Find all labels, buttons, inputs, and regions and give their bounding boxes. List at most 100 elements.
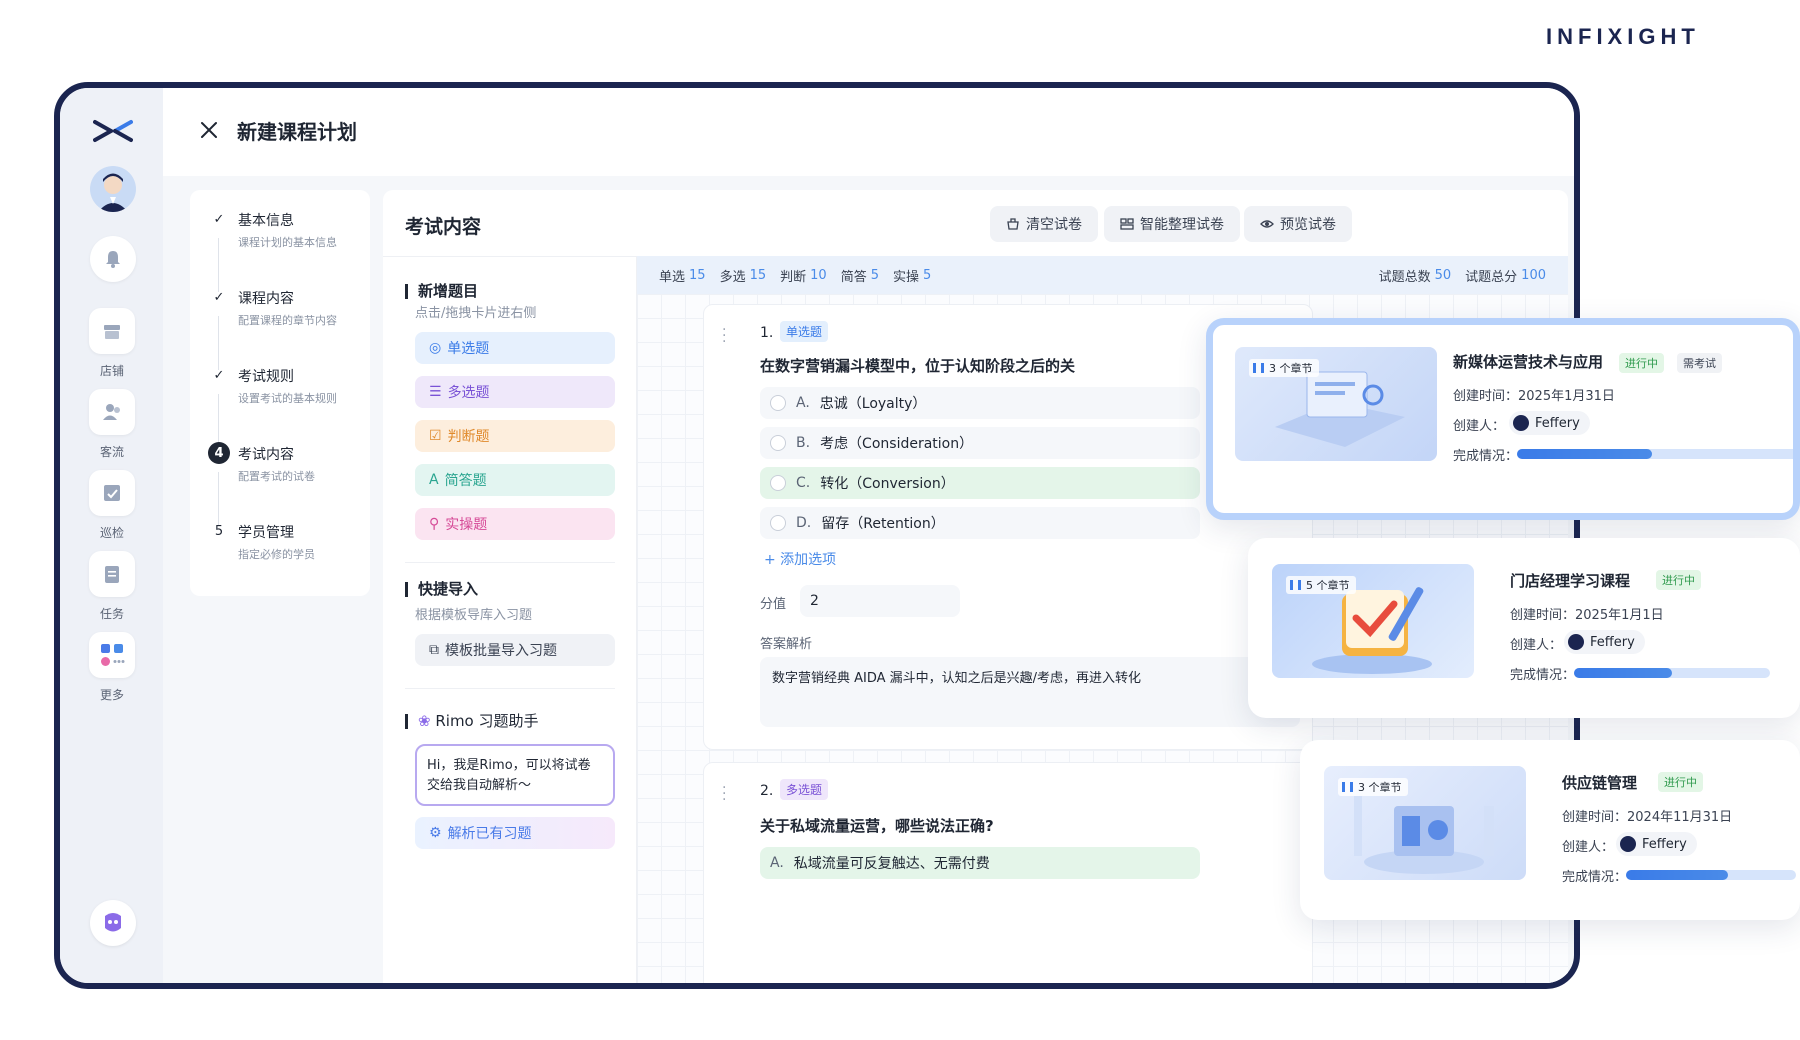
score-input[interactable] xyxy=(800,585,960,617)
left-rail: 店铺 客流 巡检 任务 更多 xyxy=(60,88,163,983)
template-import-button[interactable]: ⧉ 模板批量导入习题 xyxy=(415,634,615,666)
option-a[interactable]: A. 私域流量可反复触达、无需付费 xyxy=(760,847,1200,879)
question-text: 在数字营销漏斗模型中，位于认知阶段之后的关 xyxy=(760,357,1076,375)
add-option-button[interactable]: + 添加选项 xyxy=(764,549,836,569)
progress-fill xyxy=(1574,668,1672,678)
notification-bell-icon[interactable] xyxy=(90,236,136,282)
course-card[interactable]: 3 个章节 供应链管理 进行中 创建时间：2024年11月31日 创建人： Fe… xyxy=(1300,740,1800,920)
question-type-palette: 新增题目 点击/拖拽卡片进右侧 ◎ 单选题 ☰ 多选题 ☑ 判断题 A 简答题 ⚲ 实操题… xyxy=(383,256,637,983)
step-subtitle: 配置考试的试卷 xyxy=(238,470,315,483)
step-subtitle: 设置考试的基本规则 xyxy=(238,392,337,405)
quick-import-title: 快捷导入 xyxy=(405,582,478,597)
question-type-tag: 多选题 xyxy=(780,779,829,800)
course-card[interactable]: 3 个章节 新媒体运营技术与应用 进行中 需考试 创建时间：2025年1月31日… xyxy=(1206,318,1800,520)
check-icon: ✓ xyxy=(213,289,225,305)
parse-questions-label: 解析已有习题 xyxy=(447,826,532,842)
creator-chip: Feffery xyxy=(1616,832,1697,856)
stat-label: 单选 xyxy=(659,269,686,285)
creator-avatar xyxy=(1568,634,1584,650)
drag-handle-icon[interactable]: · · · xyxy=(722,323,726,349)
status-badge: 进行中 xyxy=(1619,353,1664,373)
option-letter: A. xyxy=(796,395,810,411)
chapter-count: 3 个章节 xyxy=(1338,778,1408,796)
assistant-chat-bubble: Hi，我是Rimo，可以将试卷交给我自动解析～ xyxy=(415,744,615,806)
option-letter: C. xyxy=(796,475,811,491)
rail-item-inspection[interactable]: 巡检 xyxy=(78,470,146,541)
template-import-label: 模板批量导入习题 xyxy=(445,643,557,659)
add-question-title: 新增题目 xyxy=(405,284,478,299)
progress-label: 完成情况： xyxy=(1510,668,1576,683)
progress-label: 完成情况： xyxy=(1562,870,1628,885)
clear-exam-label: 清空试卷 xyxy=(1026,217,1082,233)
stat-label: 试题总分 xyxy=(1465,269,1518,285)
total-score: 100 xyxy=(1521,267,1546,283)
assistant-title: ❀ Rimo 习题助手 xyxy=(405,714,539,729)
creator-avatar xyxy=(1513,415,1529,431)
short-answer-card[interactable]: A 简答题 xyxy=(415,464,615,496)
course-thumbnail: 5 个章节 xyxy=(1272,564,1474,678)
app-logo-icon xyxy=(93,120,133,142)
chapter-count: 3 个章节 xyxy=(1249,359,1319,377)
step-navigator: ✓ 基本信息 课程计划的基本信息 ✓ 课程内容 配置课程的章节内容 ✓ 考试规则… xyxy=(190,190,370,596)
customers-icon xyxy=(89,389,135,435)
clear-exam-button[interactable]: 清空试卷 xyxy=(990,206,1098,242)
preview-exam-button[interactable]: 预览试卷 xyxy=(1244,206,1352,242)
rail-item-task[interactable]: 任务 xyxy=(78,551,146,622)
radio-icon xyxy=(770,515,786,531)
stat-label: 判断 xyxy=(780,269,807,285)
status-badge: 进行中 xyxy=(1656,570,1701,590)
option-text: 考虑（Consideration） xyxy=(820,436,974,452)
multi-choice-card[interactable]: ☰ 多选题 xyxy=(415,376,615,408)
created-date: 创建时间：2025年1月31日 xyxy=(1453,389,1615,404)
rail-item-more[interactable]: 更多 xyxy=(78,632,146,703)
practice-icon: ⚲ xyxy=(429,516,440,532)
close-icon[interactable] xyxy=(197,118,221,142)
type-label: 简答题 xyxy=(444,473,487,489)
answer-explanation[interactable]: 数字营销经典 AIDA 漏斗中，认知之后是兴趣/考虑，再进入转化 xyxy=(760,657,1300,727)
option-letter: D. xyxy=(796,515,812,531)
true-false-card[interactable]: ☑ 判断题 xyxy=(415,420,615,452)
radio-icon xyxy=(770,435,786,451)
creator-label: 创建人： xyxy=(1453,419,1506,434)
option-c[interactable]: C. 转化（Conversion） xyxy=(760,467,1200,499)
progress-fill xyxy=(1517,449,1652,459)
status-badge: 进行中 xyxy=(1658,772,1703,792)
quick-import-subtitle: 根据模板导库入习题 xyxy=(415,608,533,623)
drag-handle-icon[interactable]: · · · xyxy=(722,781,726,807)
smart-organize-button[interactable]: 智能整理试卷 xyxy=(1104,206,1240,242)
creator-chip: Feffery xyxy=(1509,411,1590,435)
option-b[interactable]: B. 考虑（Consideration） xyxy=(760,427,1200,459)
option-a[interactable]: A. 忠诚（Loyalty） xyxy=(760,387,1200,419)
step-connector xyxy=(218,316,219,370)
creator-chip: Feffery xyxy=(1564,630,1645,654)
rail-item-customers[interactable]: 客流 xyxy=(78,389,146,460)
question-card[interactable]: · · · 2. 多选题 关于私域流量运营，哪些说法正确? A. 私域流量可反复触达、… xyxy=(703,762,1313,983)
practice-card[interactable]: ⚲ 实操题 xyxy=(415,508,615,540)
course-thumbnail: 3 个章节 xyxy=(1324,766,1526,880)
checkbox-icon: ☑ xyxy=(429,428,442,444)
organize-icon xyxy=(1120,218,1134,230)
progress-label: 完成情况： xyxy=(1453,449,1519,464)
course-card[interactable]: 5 个章节 门店经理学习课程 进行中 创建时间：2025年1月1日 创建人： F… xyxy=(1248,538,1800,718)
rail-item-label: 任务 xyxy=(99,607,124,621)
option-letter: B. xyxy=(796,435,811,451)
course-title: 新媒体运营技术与应用 xyxy=(1453,353,1604,371)
step-title: 课程内容 xyxy=(238,291,294,307)
check-icon: ✓ xyxy=(213,367,225,383)
option-d[interactable]: D. 留存（Retention） xyxy=(760,507,1200,539)
user-avatar[interactable] xyxy=(90,166,136,212)
step-connector xyxy=(218,394,219,448)
add-question-subtitle: 点击/拖拽卡片进右侧 xyxy=(415,306,537,321)
type-label: 单选题 xyxy=(447,341,490,357)
rail-item-label: 客流 xyxy=(99,445,124,459)
step-connector xyxy=(218,472,219,526)
judge-count: 10 xyxy=(810,267,827,283)
single-choice-card[interactable]: ◎ 单选题 xyxy=(415,332,615,364)
rimo-assistant-icon[interactable] xyxy=(90,900,136,946)
parse-questions-button[interactable]: ⚙ 解析已有习题 xyxy=(415,817,615,849)
rail-item-label: 更多 xyxy=(99,688,124,702)
progress-bar xyxy=(1574,668,1770,678)
type-label: 判断题 xyxy=(447,429,490,445)
course-thumbnail: 3 个章节 xyxy=(1235,347,1437,461)
rail-item-store[interactable]: 店铺 xyxy=(78,308,146,379)
